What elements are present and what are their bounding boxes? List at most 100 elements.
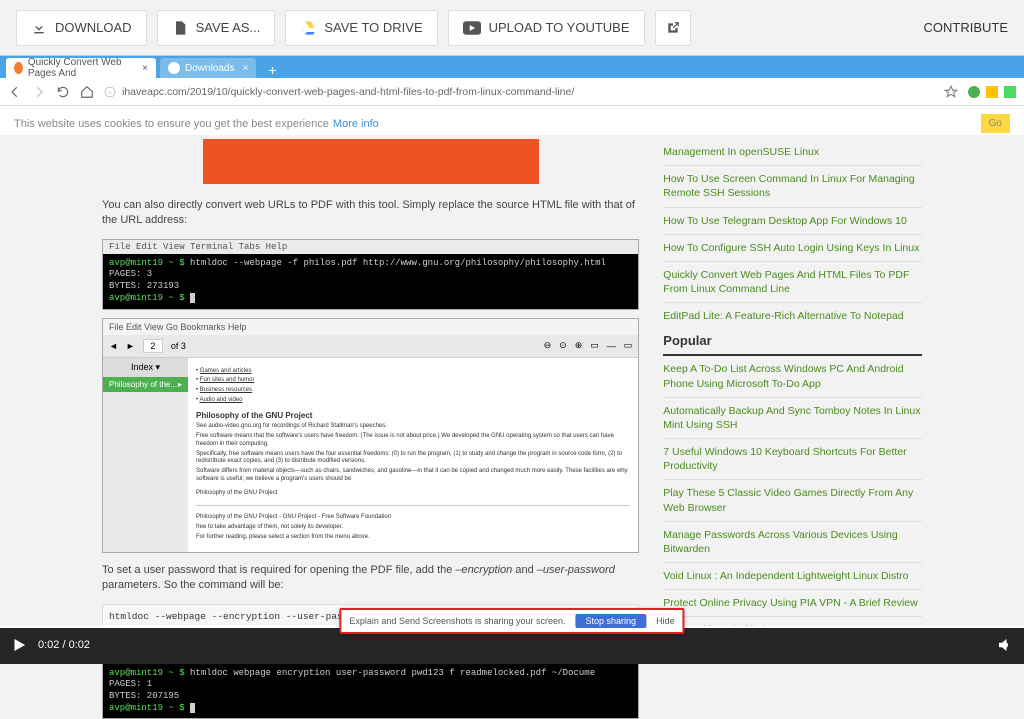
zoom-out-icon: ⊖: [544, 340, 552, 351]
close-icon[interactable]: ×: [242, 63, 248, 74]
pdf-para: Specifically, free software means users …: [196, 451, 630, 467]
star-icon[interactable]: [944, 85, 958, 99]
pdf-para: Software differs from material objects—s…: [196, 468, 630, 484]
youtube-icon: [463, 21, 481, 35]
terminal-output: PAGES: 3: [109, 269, 632, 281]
tab-active[interactable]: Quickly Convert Web Pages And ×: [6, 58, 156, 78]
nav-bar: ihaveapc.com/2019/10/quickly-convert-web…: [0, 78, 1024, 106]
sidebar-link[interactable]: Play These 5 Classic Video Games Directl…: [663, 486, 922, 514]
share-message: Explain and Send Screenshots is sharing …: [349, 616, 565, 626]
terminal-prompt: avp@mint19 ~ $: [109, 258, 185, 268]
recorder-toolbar: DOWNLOAD SAVE AS... SAVE TO DRIVE UPLOAD…: [0, 0, 1024, 55]
article-paragraph: You can also directly convert web URLs t…: [102, 198, 639, 229]
stop-sharing-button[interactable]: Stop sharing: [576, 614, 647, 628]
url-text: ihaveapc.com/2019/10/quickly-convert-web…: [122, 86, 574, 98]
page-viewport: You can also directly convert web URLs t…: [0, 135, 1024, 626]
save-drive-label: SAVE TO DRIVE: [324, 20, 422, 35]
open-external-button[interactable]: [655, 10, 691, 46]
sidebar-link[interactable]: Automatically Backup And Sync Tomboy Not…: [663, 404, 922, 432]
sidebar-link[interactable]: Void Linux : An Independent Lightweight …: [663, 569, 922, 583]
terminal-command: htmldoc webpage encryption user-password…: [185, 668, 595, 678]
sidebar-link[interactable]: Manage Passwords Across Various Devices …: [663, 528, 922, 556]
sidebar-link[interactable]: Management In openSUSE Linux: [663, 145, 922, 159]
new-tab-button[interactable]: +: [260, 62, 284, 78]
address-bar[interactable]: ihaveapc.com/2019/10/quickly-convert-web…: [104, 86, 934, 98]
article-paragraph: To set a user password that is required …: [102, 563, 639, 594]
extension-icons: [968, 86, 1016, 98]
download-icon: [31, 20, 47, 36]
page-number-input: [143, 339, 163, 353]
zoom-reset-icon: ⊙: [559, 340, 567, 351]
popular-heading: Popular: [663, 333, 922, 348]
hide-button[interactable]: Hide: [656, 616, 675, 626]
pdf-footer: free to take advantage of them, not sole…: [196, 524, 630, 532]
file-icon: [172, 20, 188, 36]
sidebar-link[interactable]: 7 Useful Windows 10 Keyboard Shortcuts F…: [663, 445, 922, 473]
sidebar-link[interactable]: Protect Online Privacy Using PIA VPN - A…: [663, 596, 922, 610]
screen-share-popup: Explain and Send Screenshots is sharing …: [339, 608, 684, 634]
sidebar-link[interactable]: How To Use Screen Command In Linux For M…: [663, 172, 922, 200]
terminal-prompt: avp@mint19 ~ $: [109, 668, 185, 678]
ext-icon[interactable]: [1004, 86, 1016, 98]
toolbar-icon: ▭: [590, 340, 599, 351]
pdf-viewer-screenshot: File Edit View Go Bookmarks Help ◄ ► of …: [102, 318, 639, 553]
reload-icon[interactable]: [56, 85, 70, 99]
sidebar-link[interactable]: Quickly Convert Web Pages And HTML Files…: [663, 268, 922, 296]
save-as-button[interactable]: SAVE AS...: [157, 10, 276, 46]
drive-icon: [300, 20, 316, 36]
terminal-output: PAGES: 1: [109, 679, 632, 691]
terminal-output: BYTES: 207195: [109, 691, 632, 703]
upload-yt-label: UPLOAD TO YOUTUBE: [489, 20, 630, 35]
contribute-link[interactable]: CONTRIBUTE: [924, 20, 1009, 35]
tab-title: Downloads: [185, 63, 234, 74]
prev-page-icon: ◄: [109, 341, 118, 351]
page-of-label: of 3: [171, 341, 186, 351]
pdf-para: Free software means that the software's …: [196, 433, 630, 449]
terminal-output: BYTES: 273193: [109, 281, 632, 293]
video-time: 0:02 / 0:02: [38, 639, 90, 651]
toolbar-icon: ▭: [624, 340, 633, 351]
sidebar-link[interactable]: EditPad Lite: A Feature-Rich Alternative…: [663, 309, 922, 323]
pdf-sub: Philosophy of the GNU Project: [196, 490, 630, 498]
info-icon: [104, 86, 116, 98]
forward-icon[interactable]: [32, 85, 46, 99]
back-icon[interactable]: [8, 85, 22, 99]
sidebar-link[interactable]: How To Configure SSH Auto Login Using Ke…: [663, 241, 922, 255]
pdf-heading: Philosophy of the GNU Project: [196, 411, 630, 421]
download-label: DOWNLOAD: [55, 20, 132, 35]
terminal-prompt: avp@mint19 ~ $: [109, 703, 185, 713]
pdf-footer: For further reading, please select a sec…: [196, 534, 630, 542]
index-item-selected: Philosophy of the...▸: [103, 377, 188, 392]
volume-icon[interactable]: [996, 636, 1014, 654]
upload-youtube-button[interactable]: UPLOAD TO YOUTUBE: [448, 10, 645, 46]
terminal-command: htmldoc --webpage -f philos.pdf http://w…: [185, 258, 606, 268]
next-page-icon: ►: [126, 341, 135, 351]
index-header: Index ▾: [103, 358, 188, 377]
cookie-accept-button[interactable]: Go: [981, 114, 1010, 133]
sidebar-link[interactable]: Keep A To-Do List Across Windows PC And …: [663, 362, 922, 390]
tab-strip: Quickly Convert Web Pages And × Download…: [0, 56, 1024, 78]
pdf-sub: See audio-video.gnu.org for recordings o…: [196, 423, 630, 431]
sidebar-column: Management In openSUSE Linux How To Use …: [663, 139, 922, 626]
ext-icon[interactable]: [968, 86, 980, 98]
ad-placeholder: [203, 139, 539, 184]
play-icon[interactable]: [10, 636, 28, 654]
pdf-menu: File Edit View Go Bookmarks Help: [103, 319, 638, 335]
terminal-screenshot: File Edit View Terminal Tabs Help avp@mi…: [102, 239, 639, 310]
home-icon[interactable]: [80, 85, 94, 99]
favicon-icon: [14, 62, 23, 74]
close-icon[interactable]: ×: [142, 63, 148, 74]
article-column: You can also directly convert web URLs t…: [102, 139, 639, 626]
tab-inactive[interactable]: Downloads ×: [160, 58, 256, 78]
cookie-text: This website uses cookies to ensure you …: [14, 118, 329, 130]
ext-icon[interactable]: [986, 86, 998, 98]
terminal-prompt: avp@mint19 ~ $: [109, 293, 185, 303]
download-button[interactable]: DOWNLOAD: [16, 10, 147, 46]
pdf-toolbar: ◄ ► of 3 ⊖ ⊙ ⊕ ▭ — ▭: [103, 335, 638, 358]
tab-title: Quickly Convert Web Pages And: [28, 58, 134, 78]
sidebar-link[interactable]: How To Use Telegram Desktop App For Wind…: [663, 214, 922, 228]
more-info-link[interactable]: More info: [333, 118, 379, 130]
favicon-icon: [168, 62, 180, 74]
save-drive-button[interactable]: SAVE TO DRIVE: [285, 10, 437, 46]
pdf-index-panel: Index ▾ Philosophy of the...▸: [103, 358, 188, 552]
